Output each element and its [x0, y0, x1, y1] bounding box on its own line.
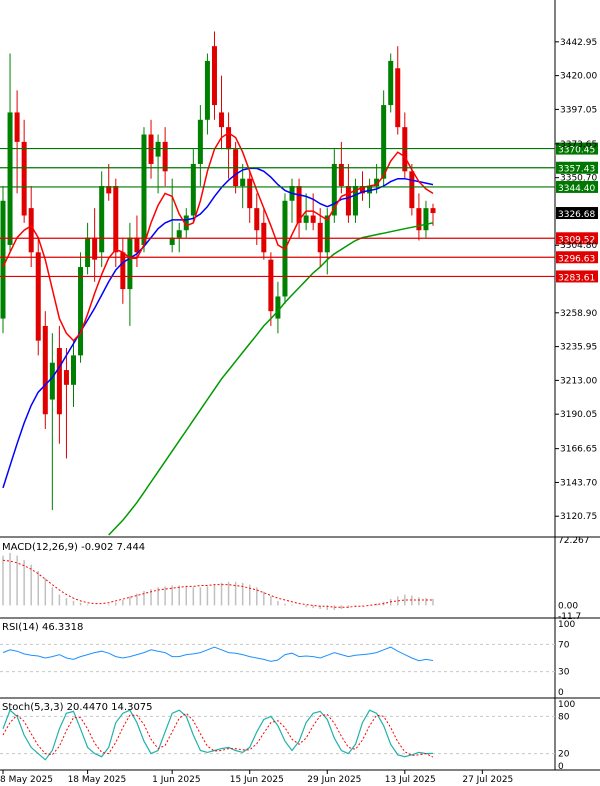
price-tick-label: 3235.95	[560, 343, 597, 353]
candle-body	[219, 112, 225, 128]
candle-body	[92, 237, 98, 260]
candle-body	[148, 134, 154, 164]
candle-body	[226, 127, 232, 150]
time-tick-label: 18 May 2025	[68, 775, 127, 785]
candle-body	[63, 370, 69, 385]
stoch-title: Stoch(5,3,3) 20.4470 14.3075	[2, 702, 153, 713]
stoch-tick-label: 0	[558, 762, 564, 772]
candle-body	[324, 215, 330, 253]
candle-body	[127, 237, 133, 290]
candle-body	[317, 222, 323, 253]
candle-body	[49, 362, 55, 400]
time-tick-label: 15 Jun 2025	[230, 775, 284, 785]
candle-body	[240, 178, 246, 187]
candle-body	[56, 348, 62, 415]
candle-body	[310, 215, 316, 223]
candle-body	[402, 127, 408, 172]
rsi-title: RSI(14) 46.3318	[2, 622, 83, 633]
candle-body	[247, 178, 253, 209]
time-tick-label: 13 Jul 2025	[385, 775, 436, 785]
price-chart: 3370.453357.433344.403309.523296.633283.…	[0, 0, 600, 786]
rsi-tick-label: 0	[558, 688, 564, 698]
candle-body	[78, 267, 84, 356]
candle-body	[261, 222, 267, 253]
candle-body	[113, 186, 119, 253]
candle-body	[345, 186, 351, 216]
candle-body	[28, 208, 34, 253]
price-tick-label: 3166.65	[560, 445, 597, 455]
candle-body	[303, 215, 309, 223]
current-price-label: 3326.68	[558, 210, 595, 220]
candle-body	[211, 46, 217, 106]
candle-body	[275, 296, 281, 319]
price-tick-label: 3304.80	[560, 241, 597, 251]
candle-body	[14, 112, 20, 142]
macd-tick-label: 72.267	[558, 536, 590, 546]
price-tick-label: 3120.75	[560, 512, 597, 522]
time-tick-label: 8 May 2025	[0, 775, 53, 785]
macd-tick-label: 0.00	[558, 601, 578, 611]
candle-body	[162, 141, 168, 172]
price-tick-label: 3213.00	[560, 376, 597, 386]
candle-body	[141, 134, 147, 245]
candle-body	[70, 355, 76, 385]
time-tick-label: 1 Jun 2025	[152, 775, 200, 785]
time-tick-label: 27 Jul 2025	[462, 775, 513, 785]
stoch-tick-label: 100	[558, 700, 575, 710]
candle-body	[176, 230, 182, 238]
price-tick-label: 3258.90	[560, 309, 597, 319]
candle-body	[268, 259, 274, 312]
stoch-tick-label: 80	[558, 712, 570, 722]
level-label: 3283.61	[558, 273, 595, 283]
rsi-tick-label: 100	[558, 620, 575, 630]
price-tick-label: 3190.05	[560, 410, 597, 420]
chart-background	[0, 0, 600, 786]
candle-body	[388, 60, 394, 106]
candle-body	[85, 237, 91, 268]
price-tick-label: 3143.70	[560, 478, 597, 488]
candle-body	[423, 208, 429, 231]
candle-body	[0, 200, 6, 319]
macd-title: MACD(12,26,9) -0.902 7.444	[2, 542, 145, 553]
price-tick-label: 3350.70	[560, 174, 597, 184]
price-tick-label: 3397.05	[560, 105, 597, 115]
candle-body	[197, 119, 203, 164]
candle-body	[254, 208, 260, 231]
candle-body	[134, 237, 140, 253]
candle-body	[35, 252, 41, 341]
time-tick-label: 29 Jun 2025	[307, 775, 361, 785]
price-tick-label: 3442.95	[560, 38, 597, 48]
level-label: 3296.63	[558, 254, 595, 264]
price-tick-label: 3373.65	[560, 140, 597, 150]
candle-body	[409, 171, 415, 209]
candle-body	[204, 60, 210, 120]
candle-body	[155, 141, 161, 157]
candle-body	[190, 163, 196, 216]
stoch-tick-label: 20	[558, 750, 570, 760]
level-label: 3344.40	[558, 184, 595, 194]
candle-body	[42, 325, 48, 415]
candle-body	[7, 112, 13, 245]
rsi-tick-label: 30	[558, 668, 570, 678]
price-tick-label: 3420.00	[560, 72, 597, 82]
candle-body	[395, 68, 401, 128]
candle-body	[430, 208, 436, 214]
rsi-tick-label: 70	[558, 640, 570, 650]
candle-body	[99, 186, 105, 253]
candle-body	[21, 141, 27, 216]
